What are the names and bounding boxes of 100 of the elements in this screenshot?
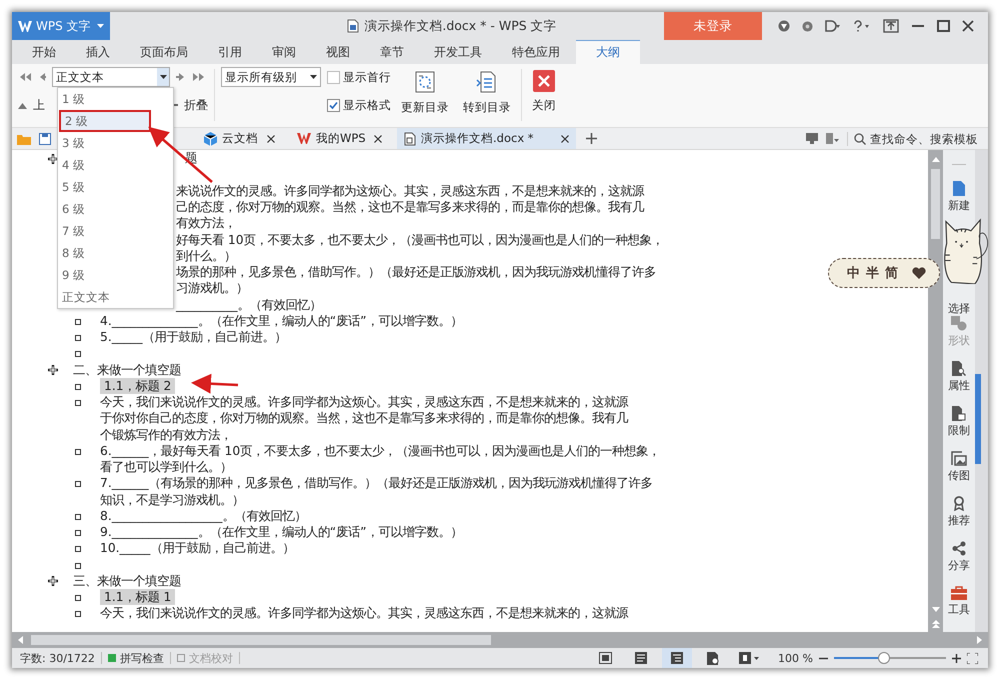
cube-icon (204, 132, 217, 146)
help-icon[interactable] (853, 20, 871, 32)
save-icon[interactable] (39, 132, 51, 145)
outline-text: 6.______，最好每天看 10页，不要太多，也不要太少，（漫画书也可以，因为漫画也是人们的一种想象， 看了也可以学到什么。） (100, 442, 660, 476)
feedback-icon[interactable] (825, 20, 841, 32)
bullet-icon (75, 351, 81, 358)
zoom-level[interactable]: 100 % (778, 652, 813, 664)
outline-view-icon (671, 652, 684, 664)
promote-to-heading-icon[interactable] (18, 72, 32, 82)
bullet-icon (75, 384, 81, 390)
panel-toggle-tab[interactable] (975, 374, 981, 464)
demote-icon[interactable] (176, 72, 186, 82)
menu-tab[interactable]: 引用 (204, 40, 256, 64)
web-view-icon (707, 652, 720, 664)
ribbon-button[interactable]: 转到目录 (459, 67, 515, 119)
outline-heading: 三、来做一个填空题 (73, 572, 181, 590)
expand-icon[interactable] (48, 576, 58, 586)
ribbon-button[interactable]: 更新目录 (397, 67, 453, 119)
expand-icon[interactable] (48, 154, 58, 164)
word-count[interactable]: 字数: 30/1722 (20, 650, 95, 666)
side-panel-button[interactable]: 推荐 (948, 496, 970, 542)
collapse-label[interactable]: 折叠 (184, 96, 208, 114)
menu-item[interactable]: 9 级 (58, 264, 173, 286)
arrow-annotation (191, 374, 238, 394)
refresh-toc-icon (413, 70, 437, 94)
side-panel-button[interactable]: 限制 (948, 406, 970, 452)
close-tab-icon[interactable] (374, 134, 382, 143)
promote-icon[interactable] (38, 72, 46, 82)
menu-tab[interactable]: 插入 (72, 40, 124, 64)
view-mode-button[interactable] (662, 648, 692, 668)
demote-to-body-icon[interactable] (192, 72, 206, 82)
menu-tab[interactable]: 章节 (366, 40, 418, 64)
bullet-icon (75, 400, 81, 406)
menu-tab[interactable]: 视图 (312, 40, 364, 64)
menu-item[interactable]: 正文文本 (58, 286, 173, 308)
side-panel-button[interactable]: 工具 (948, 586, 970, 632)
side-panel-button[interactable]: 传图 (948, 451, 970, 496)
menu-tab[interactable]: 开发工具 (420, 40, 496, 64)
show-format-checkbox[interactable]: 显示格式 (327, 98, 391, 112)
menu-tab[interactable]: 开始 (18, 40, 70, 64)
scroll-thumb[interactable] (31, 635, 491, 646)
outline-text: 4.______________。（在作文里，编动人的“废话”，可以增字数。） (100, 312, 463, 330)
move-up-label[interactable]: 上 (33, 96, 45, 114)
outline-text: 10._____（用于鼓励，自己前进。） (100, 540, 294, 557)
upload-icon[interactable] (883, 19, 899, 33)
close-tab-icon[interactable] (561, 134, 569, 143)
menu-item[interactable]: 7 级 (58, 220, 173, 242)
close-icon[interactable] (962, 20, 974, 32)
menu-item[interactable]: 6 级 (58, 198, 173, 220)
outline-text: 1.1，标题 1 (100, 589, 176, 606)
close-tab-icon[interactable] (267, 134, 275, 143)
move-up-icon[interactable] (18, 102, 27, 108)
side-panel-button[interactable]: 分享 (948, 541, 970, 586)
side-panel-button[interactable]: 新建 (948, 181, 970, 226)
skin-icon[interactable] (778, 20, 790, 32)
scroll-thumb[interactable] (931, 169, 940, 240)
picture-icon (951, 451, 967, 466)
maximize-icon[interactable] (937, 20, 950, 32)
outline-text: 今天，我们来说说作文的灵感。许多同学都为这烦心。其实，灵感这东西，不是想来就来的，这就源 (100, 605, 628, 622)
menu-tab[interactable]: 特色应用 (498, 40, 574, 64)
bullet-icon (75, 318, 81, 325)
new-tab-icon[interactable] (586, 133, 597, 144)
heart-icon (912, 267, 926, 279)
show-level-combo[interactable]: 显示所有级别 (221, 67, 321, 87)
window-title: 演示操作文档.docx * - WPS 文字 (364, 18, 557, 34)
document-lock-icon (952, 406, 966, 422)
monitor-icon[interactable] (806, 133, 818, 144)
check-icon (329, 100, 338, 110)
zoom-in-icon[interactable] (952, 654, 961, 662)
app-menu-button[interactable]: WPS 文字 (12, 12, 110, 40)
shapes-icon (951, 316, 967, 332)
menu-tab[interactable]: 页面布局 (126, 40, 202, 64)
menu-item[interactable]: 8 级 (58, 242, 173, 264)
search-field[interactable]: 查找命令、搜索模板 (847, 132, 980, 146)
side-panel-button[interactable]: 属性 (948, 361, 970, 406)
menu-item[interactable]: 3 级 (58, 132, 173, 154)
document-tab[interactable]: 我的WPS (290, 128, 389, 150)
document-tab[interactable]: 演示操作文档.docx * (397, 128, 576, 150)
menu-item[interactable]: 4 级 (58, 154, 173, 176)
horizontal-scrollbar[interactable] (12, 632, 988, 648)
settings-icon[interactable] (802, 20, 813, 32)
vertical-scrollbar[interactable] (928, 150, 943, 632)
menu-item[interactable]: 5 级 (58, 176, 173, 198)
menu-item[interactable]: 2 级 (59, 110, 151, 132)
fit-window-icon[interactable] (967, 652, 978, 664)
document-icon (347, 19, 360, 33)
caret-icon (160, 75, 166, 79)
menu-tab[interactable]: 审阅 (258, 40, 310, 64)
outline-level-combo[interactable]: 正文文本 (52, 67, 170, 87)
document-tab[interactable]: 云文档 (197, 128, 282, 150)
expand-icon[interactable] (48, 364, 58, 375)
menu-tab[interactable]: 大纲 (576, 40, 640, 64)
outline-text: 好每天看 10页，不要太多，也不要太少，（漫画书也可以，因为漫画也是人们的一种想象， 到什么。） (176, 232, 664, 264)
menu-item[interactable]: 1 级 (58, 88, 173, 110)
flag-icon[interactable] (826, 133, 839, 144)
show-first-line-checkbox[interactable]: 显示首行 (327, 70, 391, 84)
spell-check-toggle[interactable]: 拼写检查 (108, 650, 164, 666)
zoom-thumb[interactable] (878, 652, 890, 664)
ribbon-button[interactable]: 关闭 (528, 67, 560, 119)
outline-text: 场景的那种，见多景色，借助写作。）（最好还是正版游戏机，因为我玩游戏机懂得了许多 习游戏机。） (176, 264, 656, 297)
